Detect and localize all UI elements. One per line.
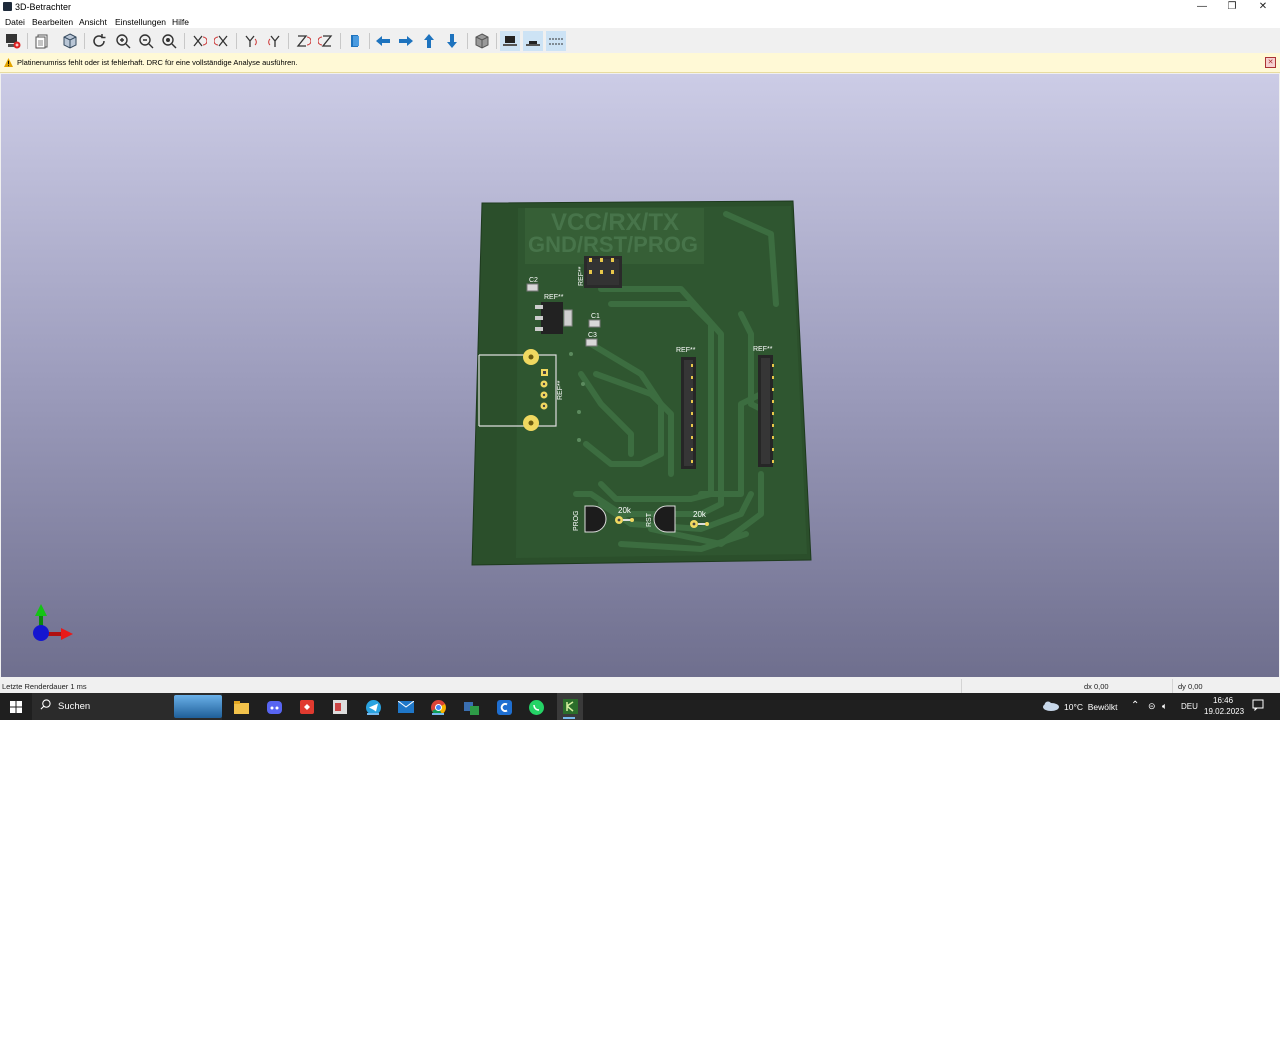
- flip-board-icon[interactable]: [345, 31, 365, 51]
- label-ref-top: REF**: [578, 266, 585, 286]
- search-highlight-icon: [174, 695, 222, 718]
- app-teams-icon[interactable]: [462, 698, 480, 716]
- taskbar-search-box[interactable]: Suchen: [32, 693, 222, 720]
- view-3d-icon[interactable]: [60, 31, 80, 51]
- pin-header-2: [758, 355, 774, 467]
- rotate-z-cw-icon[interactable]: [293, 31, 313, 51]
- menu-datei[interactable]: Datei: [5, 17, 25, 27]
- viewer-window: 3D-Betrachter — ❐ ✕ Datei Bearbeiten Ans…: [0, 0, 1280, 693]
- app-office-icon[interactable]: [331, 698, 349, 716]
- label-c2: C2: [529, 277, 538, 284]
- copy-icon[interactable]: [32, 31, 52, 51]
- warning-infobar: Platinenumriss fehlt oder ist fehlerhaft…: [0, 53, 1280, 73]
- rotate-y-cw-icon[interactable]: [241, 31, 261, 51]
- move-down-icon[interactable]: [442, 31, 462, 51]
- label-ref-conn: REF**: [557, 380, 564, 400]
- rotate-x-ccw-icon[interactable]: [212, 31, 232, 51]
- telegram-icon[interactable]: [364, 698, 382, 716]
- label-r1: 20k: [618, 506, 632, 515]
- menu-einstellungen[interactable]: Einstellungen: [115, 17, 166, 27]
- view-dots-icon[interactable]: [546, 31, 566, 51]
- axis-gizmo: [33, 604, 73, 641]
- menu-bar: Datei Bearbeiten Ansicht Einstellungen H…: [0, 14, 1280, 28]
- render-mode-icon[interactable]: [500, 31, 520, 51]
- zoom-out-icon[interactable]: [136, 31, 156, 51]
- 3d-viewport[interactable]: VCC/RX/TX GND/RST/PROG REF** C2 REF** C1…: [1, 74, 1279, 677]
- orthographic-icon[interactable]: [472, 31, 492, 51]
- title-bar: 3D-Betrachter — ❐ ✕: [0, 0, 1280, 14]
- view-bottom-icon[interactable]: [523, 31, 543, 51]
- infobar-close-button[interactable]: ✕: [1265, 57, 1276, 68]
- weather-text[interactable]: 10°C Bewölkt: [1064, 702, 1117, 712]
- capacitor-c2: [526, 283, 539, 292]
- move-right-icon[interactable]: [396, 31, 416, 51]
- label-ref-header1: REF**: [676, 347, 696, 354]
- app-red-icon[interactable]: [298, 698, 316, 716]
- label-ref-header2: REF**: [753, 346, 773, 353]
- rst-switch: [653, 505, 676, 533]
- notification-icon[interactable]: [1252, 699, 1264, 713]
- volume-icon[interactable]: 🔈︎: [1162, 701, 1167, 712]
- capacitor-c1: [588, 319, 601, 328]
- capacitor-c3: [585, 338, 598, 347]
- clock-time[interactable]: 16:46: [1213, 696, 1233, 705]
- render-time: Letzte Renderdauer 1 ms: [2, 682, 87, 691]
- network-icon[interactable]: ⊝: [1148, 701, 1156, 712]
- kicad-icon[interactable]: [557, 693, 583, 720]
- status-bar: Letzte Renderdauer 1 ms dx 0,00 dy 0,00: [0, 679, 1280, 693]
- menu-bearbeiten[interactable]: Bearbeiten: [32, 17, 73, 27]
- label-c1: C1: [591, 313, 600, 320]
- move-left-icon[interactable]: [373, 31, 393, 51]
- warning-icon: [4, 58, 13, 69]
- dx-value: dx 0,00: [1084, 682, 1109, 691]
- mail-icon[interactable]: [397, 698, 415, 716]
- silk-text-line2: GND/RST/PROG: [528, 232, 698, 257]
- dy-value: dy 0,00: [1178, 682, 1203, 691]
- close-button[interactable]: ✕: [1248, 0, 1278, 14]
- menu-ansicht[interactable]: Ansicht: [79, 17, 107, 27]
- header-2x3: [584, 256, 622, 288]
- clock-date[interactable]: 19.02.2023: [1204, 707, 1244, 716]
- rotate-y-ccw-icon[interactable]: [264, 31, 284, 51]
- warning-message: Platinenumriss fehlt oder ist fehlerhaft…: [17, 58, 298, 67]
- app-c-icon[interactable]: [495, 698, 513, 716]
- zoom-fit-icon[interactable]: [159, 31, 179, 51]
- chrome-icon[interactable]: [429, 698, 447, 716]
- label-rst: RST: [646, 512, 653, 527]
- prog-switch: [584, 505, 607, 533]
- toolbar: [0, 28, 1280, 53]
- weather-icon: [1042, 701, 1059, 713]
- label-ref-reg: REF**: [544, 294, 564, 301]
- window-title: 3D-Betrachter: [15, 2, 72, 12]
- zoom-in-icon[interactable]: [113, 31, 133, 51]
- discord-icon[interactable]: [265, 698, 283, 716]
- app-icon: [3, 2, 12, 11]
- menu-hilfe[interactable]: Hilfe: [172, 17, 189, 27]
- label-prog: PROG: [573, 510, 580, 531]
- label-c3: C3: [588, 332, 597, 339]
- file-explorer-icon[interactable]: [232, 698, 250, 716]
- language-indicator[interactable]: DEU: [1181, 702, 1198, 711]
- minimize-button[interactable]: —: [1187, 0, 1217, 14]
- export-icon[interactable]: [3, 31, 23, 51]
- search-icon: [40, 699, 51, 712]
- pin-header-1: [681, 357, 696, 469]
- refresh-icon[interactable]: [89, 31, 109, 51]
- whatsapp-icon[interactable]: [527, 698, 545, 716]
- label-r2: 20k: [693, 510, 707, 519]
- restore-button[interactable]: ❐: [1217, 0, 1247, 14]
- windows-start-icon[interactable]: [7, 698, 25, 716]
- search-label: Suchen: [58, 701, 91, 712]
- chevron-up-icon[interactable]: ⌃: [1131, 700, 1139, 711]
- taskbar: Suchen 10°C Bewölkt ⌃ ⊝ 🔈︎ DEU 16:46 19.…: [0, 693, 1280, 720]
- move-up-icon[interactable]: [419, 31, 439, 51]
- rotate-x-cw-icon[interactable]: [189, 31, 209, 51]
- rotate-z-ccw-icon[interactable]: [316, 31, 336, 51]
